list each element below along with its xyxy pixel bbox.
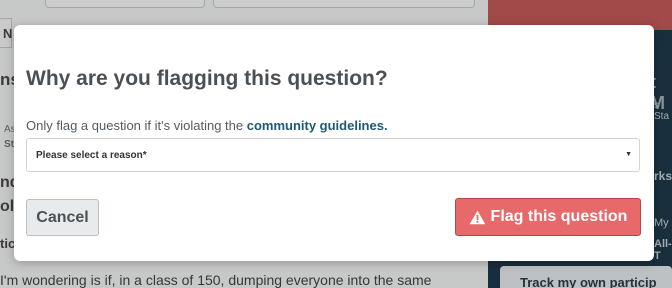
- flag-question-label: Flag this question: [490, 208, 628, 225]
- flag-question-modal: Why are you flagging this question? Only…: [14, 25, 654, 261]
- cancel-button[interactable]: Cancel: [26, 199, 99, 236]
- chevron-down-icon: ▼: [625, 151, 632, 158]
- community-guidelines-link[interactable]: community guidelines.: [247, 118, 388, 133]
- flag-question-button[interactable]: Flag this question: [455, 198, 641, 236]
- flag-reason-placeholder: Please select a reason*: [36, 150, 147, 161]
- modal-title: Why are you flagging this question?: [26, 67, 388, 90]
- modal-description: Only flag a question if it's violating t…: [26, 118, 388, 133]
- flag-reason-select[interactable]: Please select a reason* ▼: [26, 138, 640, 172]
- modal-description-text: Only flag a question if it's violating t…: [26, 118, 247, 133]
- warning-icon: [469, 210, 485, 224]
